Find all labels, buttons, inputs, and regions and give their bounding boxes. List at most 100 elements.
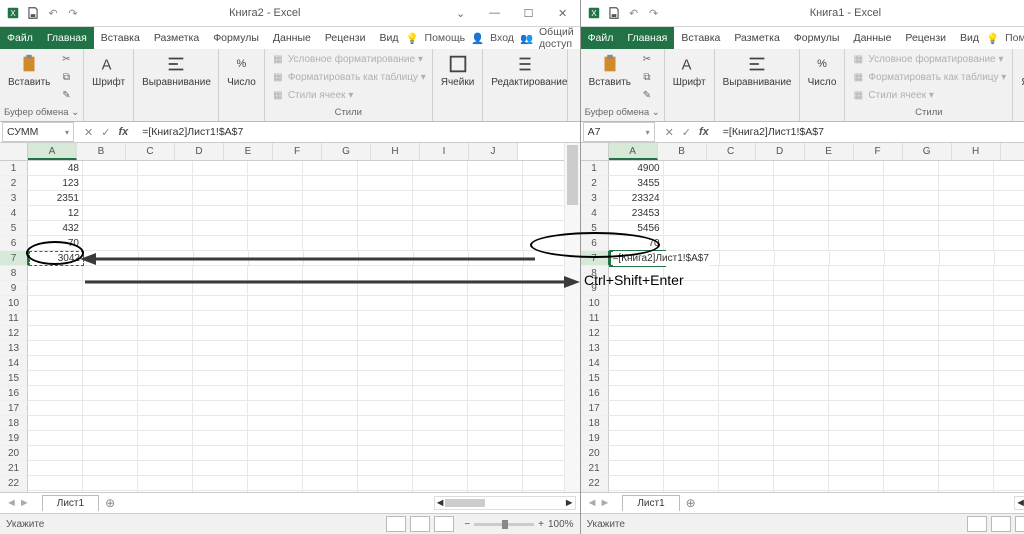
cell-D5[interactable] <box>774 221 829 236</box>
cell-I22[interactable] <box>468 476 523 491</box>
tab-review[interactable]: Рецензи <box>898 27 953 49</box>
cell-D17[interactable] <box>193 401 248 416</box>
undo-icon[interactable]: ↶ <box>46 6 60 20</box>
cell-G5[interactable] <box>358 221 413 236</box>
cell-E4[interactable] <box>248 206 303 221</box>
cell-E10[interactable] <box>248 296 303 311</box>
cell-C13[interactable] <box>138 341 193 356</box>
cell-E23[interactable] <box>829 491 884 492</box>
cell-E14[interactable] <box>829 356 884 371</box>
column-header-F[interactable]: F <box>273 143 322 160</box>
cell-H15[interactable] <box>413 371 468 386</box>
column-header-I[interactable]: I <box>1001 143 1024 160</box>
paste-button[interactable]: Вставить <box>4 51 54 90</box>
cell-C17[interactable] <box>138 401 193 416</box>
row-header-14[interactable]: 14 <box>0 356 28 371</box>
tab-data[interactable]: Данные <box>266 27 318 49</box>
cell-B1[interactable] <box>83 161 138 176</box>
share-label[interactable]: Общий доступ <box>539 26 574 50</box>
tab-file[interactable]: Файл <box>0 27 40 49</box>
cell-F2[interactable] <box>884 176 939 191</box>
cell-F6[interactable] <box>303 236 358 251</box>
help-label[interactable]: Помощь <box>1005 32 1024 44</box>
cell-C1[interactable] <box>719 161 774 176</box>
row-header-19[interactable]: 19 <box>0 431 28 446</box>
cell-D23[interactable] <box>193 491 248 492</box>
cell-E20[interactable] <box>829 446 884 461</box>
cell-A21[interactable] <box>609 461 664 476</box>
cell-H4[interactable] <box>413 206 468 221</box>
tab-insert[interactable]: Вставка <box>674 27 727 49</box>
cell-G22[interactable] <box>939 476 994 491</box>
cell-B6[interactable] <box>664 236 719 251</box>
cell-H2[interactable] <box>413 176 468 191</box>
zoom-value[interactable]: 100% <box>548 519 574 530</box>
cell-I6[interactable] <box>468 236 523 251</box>
cell-H19[interactable] <box>994 431 1024 446</box>
cell-B12[interactable] <box>83 326 138 341</box>
cell-C4[interactable] <box>138 206 193 221</box>
cell-H1[interactable] <box>413 161 468 176</box>
add-sheet-button[interactable]: ⊕ <box>105 496 115 510</box>
cell-C20[interactable] <box>138 446 193 461</box>
conditional-formatting-button[interactable]: ▦Условное форматирование ▾ <box>269 51 428 68</box>
cell-B20[interactable] <box>83 446 138 461</box>
cell-B11[interactable] <box>664 311 719 326</box>
cell-C5[interactable] <box>719 221 774 236</box>
cell-A15[interactable] <box>28 371 83 386</box>
row-header-15[interactable]: 15 <box>581 371 609 386</box>
cell-F12[interactable] <box>884 326 939 341</box>
cell-C15[interactable] <box>138 371 193 386</box>
zoom-out-button[interactable]: − <box>464 519 470 530</box>
cell-I20[interactable] <box>468 446 523 461</box>
cell-H12[interactable] <box>994 326 1024 341</box>
cell-C14[interactable] <box>138 356 193 371</box>
cell-B14[interactable] <box>83 356 138 371</box>
row-header-14[interactable]: 14 <box>581 356 609 371</box>
cell-I4[interactable] <box>468 206 523 221</box>
column-header-D[interactable]: D <box>756 143 805 160</box>
cell-E12[interactable] <box>248 326 303 341</box>
cell-B1[interactable] <box>664 161 719 176</box>
cell-F22[interactable] <box>303 476 358 491</box>
cell-F3[interactable] <box>884 191 939 206</box>
cell-B22[interactable] <box>83 476 138 491</box>
cell-C11[interactable] <box>719 311 774 326</box>
font-button[interactable]: AШрифт <box>669 51 710 90</box>
cell-E1[interactable] <box>248 161 303 176</box>
cell-E18[interactable] <box>829 416 884 431</box>
cell-G9[interactable] <box>939 281 994 296</box>
row-header-6[interactable]: 6 <box>0 236 28 251</box>
cell-F21[interactable] <box>303 461 358 476</box>
row-header-7[interactable]: 7 <box>0 251 29 266</box>
help-label[interactable]: Помощь <box>425 32 466 44</box>
cell-G17[interactable] <box>939 401 994 416</box>
cell-H13[interactable] <box>994 341 1024 356</box>
cell-D4[interactable] <box>774 206 829 221</box>
cell-D19[interactable] <box>774 431 829 446</box>
column-header-J[interactable]: J <box>469 143 518 160</box>
cell-G2[interactable] <box>358 176 413 191</box>
tab-review[interactable]: Рецензи <box>318 27 373 49</box>
cell-B10[interactable] <box>83 296 138 311</box>
font-button[interactable]: AШрифт <box>88 51 129 90</box>
tab-data[interactable]: Данные <box>846 27 898 49</box>
cell-D5[interactable] <box>193 221 248 236</box>
cell-H11[interactable] <box>413 311 468 326</box>
formula-input[interactable]: =[Книга2]Лист1!$A$7 <box>136 126 579 138</box>
cell-A23[interactable] <box>28 491 83 492</box>
cell-E16[interactable] <box>248 386 303 401</box>
cell-E15[interactable] <box>248 371 303 386</box>
cell-G15[interactable] <box>358 371 413 386</box>
cell-F9[interactable] <box>884 281 939 296</box>
cell-styles-button[interactable]: ▦Стили ячеек ▾ <box>849 87 1008 104</box>
cell-A2[interactable]: 123 <box>28 176 83 191</box>
cell-F3[interactable] <box>303 191 358 206</box>
cell-C21[interactable] <box>138 461 193 476</box>
cell-H23[interactable] <box>994 491 1024 492</box>
cell-C22[interactable] <box>138 476 193 491</box>
row-header-2[interactable]: 2 <box>0 176 28 191</box>
column-header-H[interactable]: H <box>371 143 420 160</box>
cell-C19[interactable] <box>719 431 774 446</box>
tab-insert[interactable]: Вставка <box>94 27 147 49</box>
